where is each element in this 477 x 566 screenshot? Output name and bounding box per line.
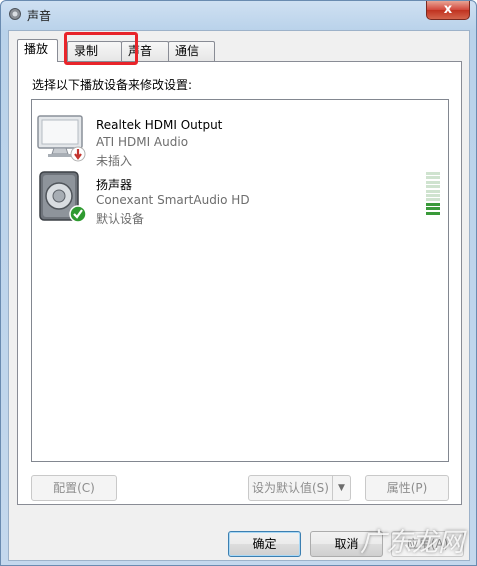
sound-dialog-window: 声音 x 播放 录制 声音 通信 选择以下播放设备来修改设置: Realtek …	[0, 0, 477, 566]
properties-button-label: 属性(P)	[386, 481, 428, 495]
meter-segment	[426, 198, 440, 202]
close-icon: x	[443, 2, 453, 17]
meter-segment	[426, 207, 440, 211]
instruction-text: 选择以下播放设备来修改设置:	[32, 78, 193, 92]
meter-segment	[426, 172, 440, 175]
close-button[interactable]: x	[426, 1, 470, 20]
meter-segment	[426, 202, 440, 206]
list-item[interactable]: 扬声器 Conexant SmartAudio HD 默认设备	[32, 166, 448, 226]
tab-recording[interactable]: 录制	[67, 41, 122, 61]
device-name: Realtek HDMI Output	[96, 118, 223, 132]
cancel-button-label: 取消	[334, 537, 359, 551]
meter-segment	[426, 185, 440, 189]
meter-segment	[426, 194, 440, 197]
tab-communications[interactable]: 通信	[168, 41, 215, 61]
configure-button[interactable]: 配置(C)	[31, 475, 117, 501]
ok-button-label: 确定	[252, 537, 277, 551]
tab-sounds[interactable]: 声音	[121, 41, 169, 61]
ok-button[interactable]: 确定	[228, 531, 301, 557]
device-status: 默认设备	[96, 212, 145, 226]
default-check-icon	[69, 205, 87, 223]
tab-recording-label: 录制	[74, 44, 99, 58]
device-driver: ATI HDMI Audio	[96, 135, 189, 149]
properties-button[interactable]: 属性(P)	[365, 475, 449, 501]
window-title: 声音	[27, 9, 52, 23]
monitor-icon	[37, 115, 86, 162]
watermark: 广东龙网	[359, 528, 464, 558]
volume-level-meter	[426, 172, 440, 216]
unplugged-badge-icon	[70, 146, 86, 162]
dialog-client-area: 播放 录制 声音 通信 选择以下播放设备来修改设置: Realtek HDMI …	[8, 30, 470, 561]
list-item[interactable]: Realtek HDMI Output ATI HDMI Audio 未插入	[32, 108, 448, 168]
playback-device-list[interactable]: Realtek HDMI Output ATI HDMI Audio 未插入 扬…	[31, 99, 449, 462]
meter-segment	[426, 176, 440, 180]
tab-playback[interactable]: 播放	[17, 39, 58, 62]
set-default-button[interactable]: 设为默认值(S) ▼	[248, 475, 351, 501]
meter-segment	[426, 180, 440, 184]
title-bar[interactable]: 声音 x	[1, 1, 476, 29]
meter-segment	[426, 189, 440, 193]
chevron-down-icon[interactable]: ▼	[332, 476, 350, 500]
tab-communications-label: 通信	[175, 44, 200, 58]
device-driver: Conexant SmartAudio HD	[96, 193, 250, 207]
meter-segment	[426, 211, 440, 215]
set-default-button-label: 设为默认值(S)	[252, 481, 329, 495]
sound-app-icon	[9, 8, 21, 20]
playback-panel: 选择以下播放设备来修改设置: Realtek HDMI Output ATI H…	[17, 61, 462, 505]
tab-sounds-label: 声音	[128, 44, 153, 58]
configure-button-label: 配置(C)	[53, 481, 95, 495]
tab-playback-label: 播放	[24, 42, 49, 56]
device-name: 扬声器	[96, 178, 133, 192]
speaker-icon	[39, 171, 87, 223]
